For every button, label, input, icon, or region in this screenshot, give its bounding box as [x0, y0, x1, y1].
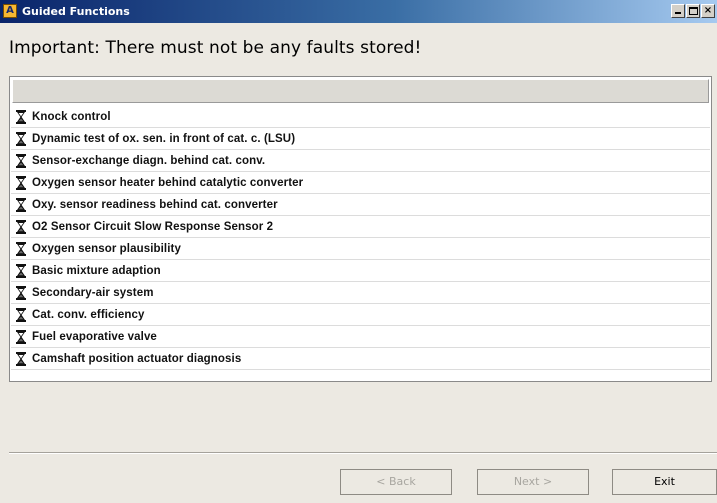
list-item-label: Sensor-exchange diagn. behind cat. conv.	[32, 154, 266, 167]
list-item-label: Basic mixture adaption	[32, 264, 161, 277]
hourglass-icon	[16, 329, 26, 344]
list-body: Knock control Dynamic test of ox. sen. in…	[11, 106, 710, 370]
maximize-icon	[689, 7, 698, 15]
minimize-icon	[675, 12, 681, 14]
list-item-label: Dynamic test of ox. sen. in front of cat…	[32, 132, 296, 145]
hourglass-icon	[16, 153, 26, 168]
window-title: Guided Functions	[22, 5, 130, 18]
list-item[interactable]: Oxy. sensor readiness behind cat. conver…	[11, 194, 710, 216]
list-item[interactable]: Knock control	[11, 106, 710, 128]
list-item[interactable]: Oxygen sensor heater behind catalytic co…	[11, 172, 710, 194]
list-item-label: Oxy. sensor readiness behind cat. conver…	[32, 198, 278, 211]
next-button[interactable]: Next >	[477, 469, 589, 495]
hourglass-icon	[16, 109, 26, 124]
hourglass-icon	[16, 175, 26, 190]
close-icon: ×	[703, 5, 713, 16]
footer-divider	[9, 452, 717, 454]
list-column-header[interactable]	[12, 79, 709, 103]
list-item[interactable]: Secondary-air system	[11, 282, 710, 304]
list-item[interactable]: O2 Sensor Circuit Slow Response Sensor 2	[11, 216, 710, 238]
list-item[interactable]: Oxygen sensor plausibility	[11, 238, 710, 260]
title-bar[interactable]: A Guided Functions ×	[0, 0, 717, 23]
list-item-label: Camshaft position actuator diagnosis	[32, 352, 242, 365]
list-item[interactable]: Sensor-exchange diagn. behind cat. conv.	[11, 150, 710, 172]
functions-list[interactable]: Knock control Dynamic test of ox. sen. in…	[9, 76, 712, 382]
app-icon: A	[3, 4, 17, 18]
list-item[interactable]: Cat. conv. efficiency	[11, 304, 710, 326]
hourglass-icon	[16, 307, 26, 322]
hourglass-icon	[16, 285, 26, 300]
hourglass-icon	[16, 197, 26, 212]
list-item[interactable]: Camshaft position actuator diagnosis	[11, 348, 710, 370]
minimize-button[interactable]	[671, 4, 685, 18]
page-headline: Important: There must not be any faults …	[9, 38, 422, 58]
hourglass-icon	[16, 241, 26, 256]
list-item-label: O2 Sensor Circuit Slow Response Sensor 2	[32, 220, 274, 233]
list-item-label: Fuel evaporative valve	[32, 330, 157, 343]
close-button[interactable]: ×	[701, 4, 715, 18]
back-button[interactable]: < Back	[340, 469, 452, 495]
hourglass-icon	[16, 263, 26, 278]
list-item[interactable]: Fuel evaporative valve	[11, 326, 710, 348]
hourglass-icon	[16, 219, 26, 234]
hourglass-icon	[16, 351, 26, 366]
list-item-label: Oxygen sensor plausibility	[32, 242, 181, 255]
list-item[interactable]: Dynamic test of ox. sen. in front of cat…	[11, 128, 710, 150]
maximize-button[interactable]	[686, 4, 700, 18]
list-item-label: Cat. conv. efficiency	[32, 308, 145, 321]
list-item[interactable]: Basic mixture adaption	[11, 260, 710, 282]
exit-button[interactable]: Exit	[612, 469, 717, 495]
list-item-label: Knock control	[32, 110, 111, 123]
hourglass-icon	[16, 131, 26, 146]
list-item-label: Secondary-air system	[32, 286, 154, 299]
window-controls: ×	[670, 4, 715, 18]
list-item-label: Oxygen sensor heater behind catalytic co…	[32, 176, 304, 189]
